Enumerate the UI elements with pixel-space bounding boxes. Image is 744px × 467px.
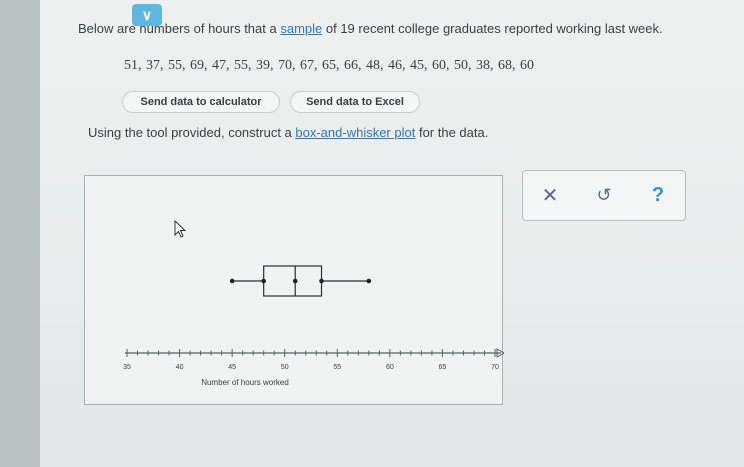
tick-label: 40 [176,364,184,371]
q1-point[interactable] [261,278,266,284]
min-point[interactable] [229,278,235,284]
data-values: 51, 37, 55, 69, 47, 55, 39, 70, 67, 65, … [124,58,534,73]
instruction-text: Using the tool provided, construct a box… [88,125,648,140]
box-whisker-plot[interactable] [229,265,372,297]
undo-icon[interactable]: ↺ [577,185,631,206]
tick-label: 55 [333,364,341,371]
left-margin [0,0,40,467]
close-icon[interactable]: ✕ [523,183,577,208]
question-text: Below are numbers of hours that a sample… [78,21,744,36]
max-point[interactable] [366,278,372,284]
x-axis-label: Number of hours worked [201,378,289,387]
send-to-calculator-button[interactable]: Send data to calculator [122,91,280,113]
instruction-prefix: Using the tool provided, construct a [88,125,296,140]
plot-tool-panel[interactable]: 35 40 45 50 55 60 65 70 Number of hours worked [84,175,504,406]
tick-label: 60 [386,364,394,371]
box-plot-link[interactable]: box-and-whisker plot [295,125,415,140]
tick-label: 70 [491,364,499,371]
question-suffix: of 19 recent college graduates reported … [322,21,663,36]
help-icon[interactable]: ? [631,184,685,207]
tick-label: 50 [281,364,289,371]
instruction-suffix: for the data. [415,125,489,140]
send-to-excel-button[interactable]: Send data to Excel [290,91,420,113]
tick-label: 65 [439,364,447,371]
question-page: ∨ Below are numbers of hours that a samp… [40,0,744,467]
box-plot-chart[interactable]: 35 40 45 50 55 60 65 70 [85,176,504,406]
median-point[interactable] [292,278,298,284]
sample-link[interactable]: sample [280,21,322,36]
q3-point[interactable] [319,278,324,284]
iqr-box[interactable] [263,265,323,297]
tick-label: 45 [228,364,236,371]
pointer-cursor-icon [174,219,187,238]
tools-panel: ✕ ↺ ? [522,170,686,221]
question-prefix: Below are numbers of hours that a [78,21,281,36]
x-axis: 35 40 45 50 55 60 65 70 [123,348,504,371]
tick-label: 35 [123,364,131,371]
